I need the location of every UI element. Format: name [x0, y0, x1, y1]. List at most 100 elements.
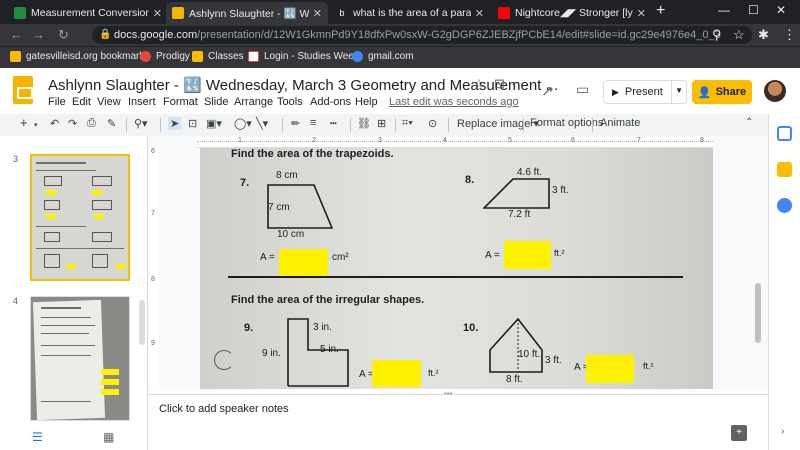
- activity-trend-icon[interactable]: ↗: [541, 82, 554, 100]
- divider: [523, 118, 524, 132]
- image-icon[interactable]: ▣▾: [206, 117, 222, 130]
- slides-logo-icon[interactable]: [13, 76, 33, 104]
- close-window-icon[interactable]: ✕: [776, 3, 786, 17]
- lock-icon: 🔒: [99, 29, 112, 40]
- shape-icon[interactable]: ◯▾: [234, 117, 252, 130]
- comment-icon[interactable]: ⊞: [377, 117, 386, 130]
- bookmark-item[interactable]: gatesvilleisd.org bookmarks: [10, 51, 149, 62]
- new-tab-button[interactable]: +: [656, 2, 665, 20]
- bookmark-label: Classes: [208, 51, 244, 62]
- browser-tab[interactable]: Measurement Conversion ✕: [8, 2, 168, 24]
- collapse-toolbar-icon[interactable]: ⌃: [745, 117, 753, 128]
- print-icon[interactable]: ⎙: [87, 117, 96, 130]
- select-cursor-icon[interactable]: ➤: [168, 117, 182, 130]
- bookmark-item[interactable]: Prodigy: [140, 51, 190, 62]
- forward-icon[interactable]: →: [32, 27, 45, 42]
- line-icon[interactable]: ╲▾: [256, 117, 268, 130]
- chevron-right-icon[interactable]: ›: [781, 426, 784, 437]
- url-input[interactable]: 🔒 docs.google.com/presentation/d/12W1Gkm…: [92, 26, 752, 44]
- dimension-label: 3 ft.: [545, 355, 562, 366]
- share-button[interactable]: 👤 Share: [692, 80, 752, 104]
- answer-box[interactable]: [504, 241, 551, 269]
- crop-icon[interactable]: ⌗▾: [402, 117, 413, 130]
- tab-title: Nightcore◢◤ Stronger [lyrics]: [515, 7, 633, 19]
- canvas-scrollbar[interactable]: [755, 283, 761, 343]
- list-view-icon[interactable]: ☰: [32, 430, 43, 444]
- resize-handle-icon[interactable]: •••: [444, 389, 452, 398]
- answer-box[interactable]: [586, 355, 634, 383]
- more-icon[interactable]: ⋮: [783, 27, 796, 43]
- menu-view[interactable]: View: [97, 96, 121, 108]
- filmstrip-scrollbar[interactable]: [139, 300, 145, 345]
- avatar[interactable]: [764, 80, 786, 102]
- browser-tab[interactable]: Nightcore◢◤ Stronger [lyrics] ✕: [492, 2, 652, 24]
- extensions-icon[interactable]: ✱: [758, 27, 769, 43]
- close-icon[interactable]: ✕: [637, 7, 646, 20]
- tab-title: Ashlynn Slaughter - 🔣 Wednesd: [189, 7, 309, 20]
- slide-thumbnail-3[interactable]: [30, 154, 130, 281]
- back-icon[interactable]: ←: [10, 27, 23, 42]
- add-comment-icon[interactable]: +: [731, 425, 747, 441]
- keep-icon[interactable]: [777, 162, 792, 177]
- maximize-icon[interactable]: ☐: [748, 3, 759, 17]
- move-folder-icon[interactable]: ⊡: [494, 76, 505, 92]
- menu-slide[interactable]: Slide: [204, 96, 228, 108]
- browser-tab-strip: Measurement Conversion ✕ Ashlynn Slaught…: [0, 0, 800, 24]
- animate-button[interactable]: Animate: [600, 117, 640, 129]
- address-bar-row: ← → ↻ 🔒 docs.google.com/presentation/d/1…: [0, 24, 800, 46]
- grid-view-icon[interactable]: ▦: [103, 430, 114, 444]
- chevron-down-icon[interactable]: ▾: [34, 121, 38, 129]
- new-slide-icon[interactable]: +: [20, 115, 28, 130]
- link-icon[interactable]: ⛓: [357, 117, 371, 130]
- close-icon[interactable]: ✕: [153, 7, 162, 20]
- problem-number: 7.: [240, 177, 250, 189]
- present-button[interactable]: ▶ Present ▼: [603, 80, 687, 104]
- menu-addons[interactable]: Add-ons: [310, 96, 351, 108]
- menu-arrange[interactable]: Arrange: [234, 96, 273, 108]
- location-icon[interactable]: ⚲: [712, 27, 722, 43]
- browser-tab-active[interactable]: Ashlynn Slaughter - 🔣 Wednesd ✕: [166, 2, 328, 24]
- paint-format-icon[interactable]: ✎: [107, 117, 116, 130]
- bookmark-item[interactable]: Login - Studies Wee...: [248, 51, 362, 62]
- close-icon[interactable]: ✕: [313, 7, 322, 20]
- ruler-tick: 7: [637, 137, 641, 144]
- menu-help[interactable]: Help: [355, 96, 378, 108]
- bookmark-item[interactable]: gmail.com: [352, 51, 414, 62]
- text-box-icon[interactable]: ⊡: [188, 117, 197, 130]
- speaker-notes[interactable]: ••• Click to add speaker notes +: [148, 389, 768, 450]
- calendar-icon[interactable]: [777, 126, 792, 141]
- star-icon[interactable]: ☆: [733, 27, 745, 43]
- border-color-icon[interactable]: ✏: [291, 117, 300, 130]
- dimension-label: 4.6 ft.: [517, 167, 543, 178]
- slide-canvas[interactable]: Find the area of the trapezoids. 7. 8 cm…: [200, 148, 713, 389]
- menu-insert[interactable]: Insert: [128, 96, 156, 108]
- redo-icon[interactable]: ↷: [68, 117, 77, 130]
- star-icon[interactable]: ☆: [473, 76, 485, 92]
- present-icon: ▶: [612, 86, 619, 97]
- cloud-status-icon[interactable]: ‹: [512, 76, 516, 91]
- border-dash-icon[interactable]: ┅: [330, 117, 337, 130]
- zoom-icon[interactable]: ⚲▾: [134, 117, 148, 130]
- comments-icon[interactable]: ▭: [576, 81, 589, 98]
- menu-format[interactable]: Format: [163, 96, 198, 108]
- ruler-tick: 3: [378, 137, 382, 144]
- menu-edit[interactable]: Edit: [72, 96, 91, 108]
- reload-icon[interactable]: ↻: [58, 27, 69, 43]
- border-weight-icon[interactable]: ≡: [310, 117, 316, 129]
- undo-icon[interactable]: ↶: [50, 117, 59, 130]
- close-icon[interactable]: ✕: [475, 7, 484, 20]
- minimize-icon[interactable]: —: [718, 3, 730, 17]
- browser-tab[interactable]: b what is the area of a parallelogra ✕: [330, 2, 490, 24]
- answer-box[interactable]: [279, 249, 328, 276]
- divider: [160, 118, 161, 132]
- menu-file[interactable]: File: [48, 96, 66, 108]
- replace-image-button[interactable]: Replace image ▾: [457, 117, 539, 130]
- menu-tools[interactable]: Tools: [277, 96, 303, 108]
- bookmark-item[interactable]: Classes: [192, 51, 244, 62]
- answer-box[interactable]: [372, 360, 421, 387]
- slide-thumbnail-4[interactable]: [30, 296, 130, 421]
- mask-image-icon[interactable]: ⊙: [428, 117, 437, 130]
- tasks-icon[interactable]: [777, 198, 792, 213]
- last-edit-link[interactable]: Last edit was seconds ago: [389, 96, 519, 108]
- chevron-down-icon[interactable]: ▼: [675, 86, 683, 95]
